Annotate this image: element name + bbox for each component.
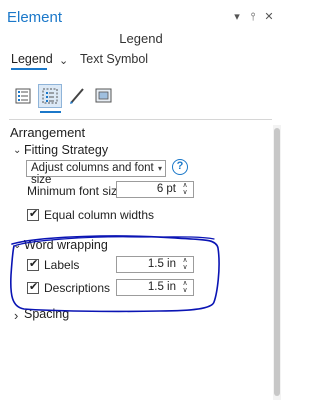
scrollbar-thumb[interactable]	[274, 128, 280, 396]
annotation-highlight	[9, 235, 220, 313]
